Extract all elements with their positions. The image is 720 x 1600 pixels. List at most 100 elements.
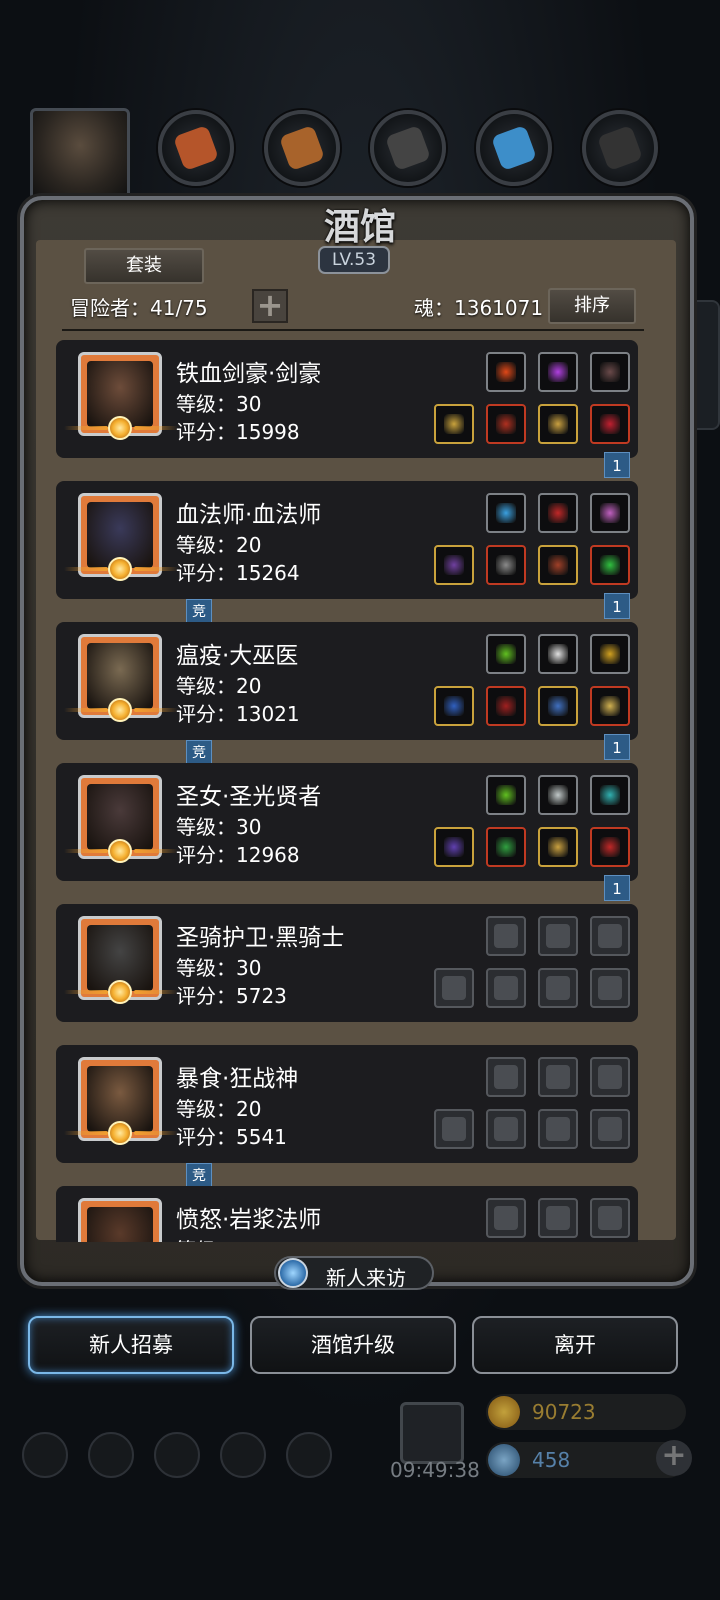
equip-slot-green-lantern[interactable]	[590, 634, 630, 674]
star-rank-badge	[56, 978, 184, 1004]
add-gems-button[interactable]: +	[656, 1440, 692, 1476]
red-heart-icon	[600, 837, 620, 857]
equip-slot-blue-staff[interactable]	[434, 686, 474, 726]
empty-equip-slot[interactable]	[538, 968, 578, 1008]
recruit-button[interactable]: 新人招募	[28, 1316, 234, 1374]
empty-slot-icon	[442, 976, 466, 1000]
equip-slot-purple-staff[interactable]	[434, 545, 474, 585]
gift-box-icon[interactable]	[400, 1402, 464, 1464]
nav-mail-icon[interactable]	[220, 1432, 266, 1478]
green-totem-icon	[496, 785, 516, 805]
equip-slot-gray-armor[interactable]	[486, 545, 526, 585]
empty-equip-slot[interactable]	[486, 1109, 526, 1149]
hero-portrait[interactable]	[78, 1198, 162, 1242]
empty-slot-icon	[546, 1117, 570, 1141]
gem-icon	[488, 1444, 520, 1476]
hero-card[interactable]: 愤怒·岩浆法师等级	[56, 1186, 638, 1242]
red-amulet-icon	[600, 414, 620, 434]
hero-face-icon	[87, 1207, 153, 1242]
nav-star-icon[interactable]	[88, 1432, 134, 1478]
empty-equip-slot[interactable]	[538, 1109, 578, 1149]
empty-equip-slot[interactable]	[434, 1109, 474, 1149]
empty-equip-slot[interactable]	[538, 1198, 578, 1238]
empty-slot-icon	[546, 976, 570, 1000]
hero-list[interactable]: 铁血剑豪·剑豪 等级：30 评分：15998 1 血法师·血法师 等级：20 评分：1526…	[42, 336, 652, 1242]
equip-slot-purple-mace[interactable]	[434, 827, 474, 867]
player-avatar[interactable]	[30, 108, 130, 200]
tavern-upgrade-button[interactable]: 酒馆升级	[250, 1316, 456, 1374]
equip-slot-red-heart[interactable]	[590, 827, 630, 867]
empty-equip-slot[interactable]	[590, 1198, 630, 1238]
badge-wing-right	[134, 1131, 178, 1135]
green-emerald-icon	[600, 555, 620, 575]
hero-card[interactable]: 圣骑护卫·黑骑士 等级：30 评分：5723	[56, 904, 638, 1022]
badge-wing-left	[64, 426, 108, 430]
hero-card[interactable]: 暴食·狂战神 等级：20 评分：5541	[56, 1045, 638, 1163]
empty-equip-slot[interactable]	[486, 1198, 526, 1238]
equip-slot-gold-ring[interactable]	[538, 827, 578, 867]
hero-score: 评分：12968	[176, 843, 300, 867]
hero-card[interactable]: 血法师·血法师 等级：20 评分：15264	[56, 481, 638, 599]
equip-slot-fire-gem[interactable]	[486, 352, 526, 392]
empty-equip-slot[interactable]	[434, 968, 474, 1008]
hero-card[interactable]: 铁血剑豪·剑豪 等级：30 评分：15998	[56, 340, 638, 458]
equip-slot-blue-cross[interactable]	[538, 686, 578, 726]
equip-slot-red-armor[interactable]	[486, 404, 526, 444]
equip-slot-red-book[interactable]	[538, 545, 578, 585]
hero-level: 等级：30	[176, 956, 262, 980]
add-slot-button[interactable]: +	[252, 289, 288, 323]
fire-gem-icon	[496, 362, 516, 382]
nav-castle-icon[interactable]	[154, 1432, 200, 1478]
equip-slot-red-amulet[interactable]	[590, 404, 630, 444]
purple-crystal-icon	[548, 362, 568, 382]
empty-equip-slot[interactable]	[590, 968, 630, 1008]
green-lantern-icon	[600, 644, 620, 664]
equip-slot-cyan-stone[interactable]	[590, 775, 630, 815]
equip-slot-gold-shield[interactable]	[590, 686, 630, 726]
equip-slot-sword[interactable]	[434, 404, 474, 444]
equip-slot-dark-claw[interactable]	[590, 352, 630, 392]
purple-staff-icon	[444, 555, 464, 575]
hero-level: 等级	[176, 1234, 216, 1242]
empty-equip-slot[interactable]	[538, 916, 578, 956]
empty-equip-slot[interactable]	[538, 1057, 578, 1097]
empty-equip-slot[interactable]	[590, 916, 630, 956]
empty-slot-icon	[494, 924, 518, 948]
equip-slot-green-emerald[interactable]	[590, 545, 630, 585]
empty-equip-slot[interactable]	[590, 1109, 630, 1149]
equip-slot-gold-ring[interactable]	[538, 404, 578, 444]
sort-button[interactable]: 排序	[548, 288, 636, 324]
equip-slot-purple-crystal[interactable]	[538, 352, 578, 392]
equip-slot-blue-orb[interactable]	[486, 493, 526, 533]
badge-wing-left	[64, 567, 108, 571]
adventurers-count: 冒险者：41/75	[70, 296, 208, 320]
arena-tag: 竞	[186, 1163, 212, 1187]
equip-slot-green-totem[interactable]	[486, 634, 526, 674]
equip-slot-red-heart[interactable]	[538, 493, 578, 533]
equip-slot-purple-branch[interactable]	[590, 493, 630, 533]
badge-wing-right	[134, 426, 178, 430]
empty-equip-slot[interactable]	[590, 1057, 630, 1097]
hero-card[interactable]: 瘟疫·大巫医 等级：20 评分：13021	[56, 622, 638, 740]
nav-gear-icon[interactable]	[22, 1432, 68, 1478]
empty-equip-slot[interactable]	[486, 1057, 526, 1097]
set-button[interactable]: 套装	[84, 248, 204, 284]
hero-level: 等级：30	[176, 392, 262, 416]
equip-slot-white-tree[interactable]	[538, 775, 578, 815]
nav-map-icon[interactable]	[286, 1432, 332, 1478]
badge-wing-right	[134, 708, 178, 712]
equip-slot-green-totem[interactable]	[486, 775, 526, 815]
hero-level: 等级：30	[176, 815, 262, 839]
equip-slot-green-armor[interactable]	[486, 827, 526, 867]
hero-card[interactable]: 圣女·圣光贤者 等级：30 评分：12968	[56, 763, 638, 881]
equip-slot-red-cape[interactable]	[486, 686, 526, 726]
empty-equip-slot[interactable]	[486, 916, 526, 956]
badge-wing-left	[64, 708, 108, 712]
new-visitor-button[interactable]: 新人来访	[274, 1256, 434, 1290]
equip-slot-white-wing[interactable]	[538, 634, 578, 674]
leave-button[interactable]: 离开	[472, 1316, 678, 1374]
empty-slot-icon	[494, 1206, 518, 1230]
hero-name: 暴食·狂战神	[176, 1066, 299, 1092]
empty-equip-slot[interactable]	[486, 968, 526, 1008]
purple-branch-icon	[600, 503, 620, 523]
